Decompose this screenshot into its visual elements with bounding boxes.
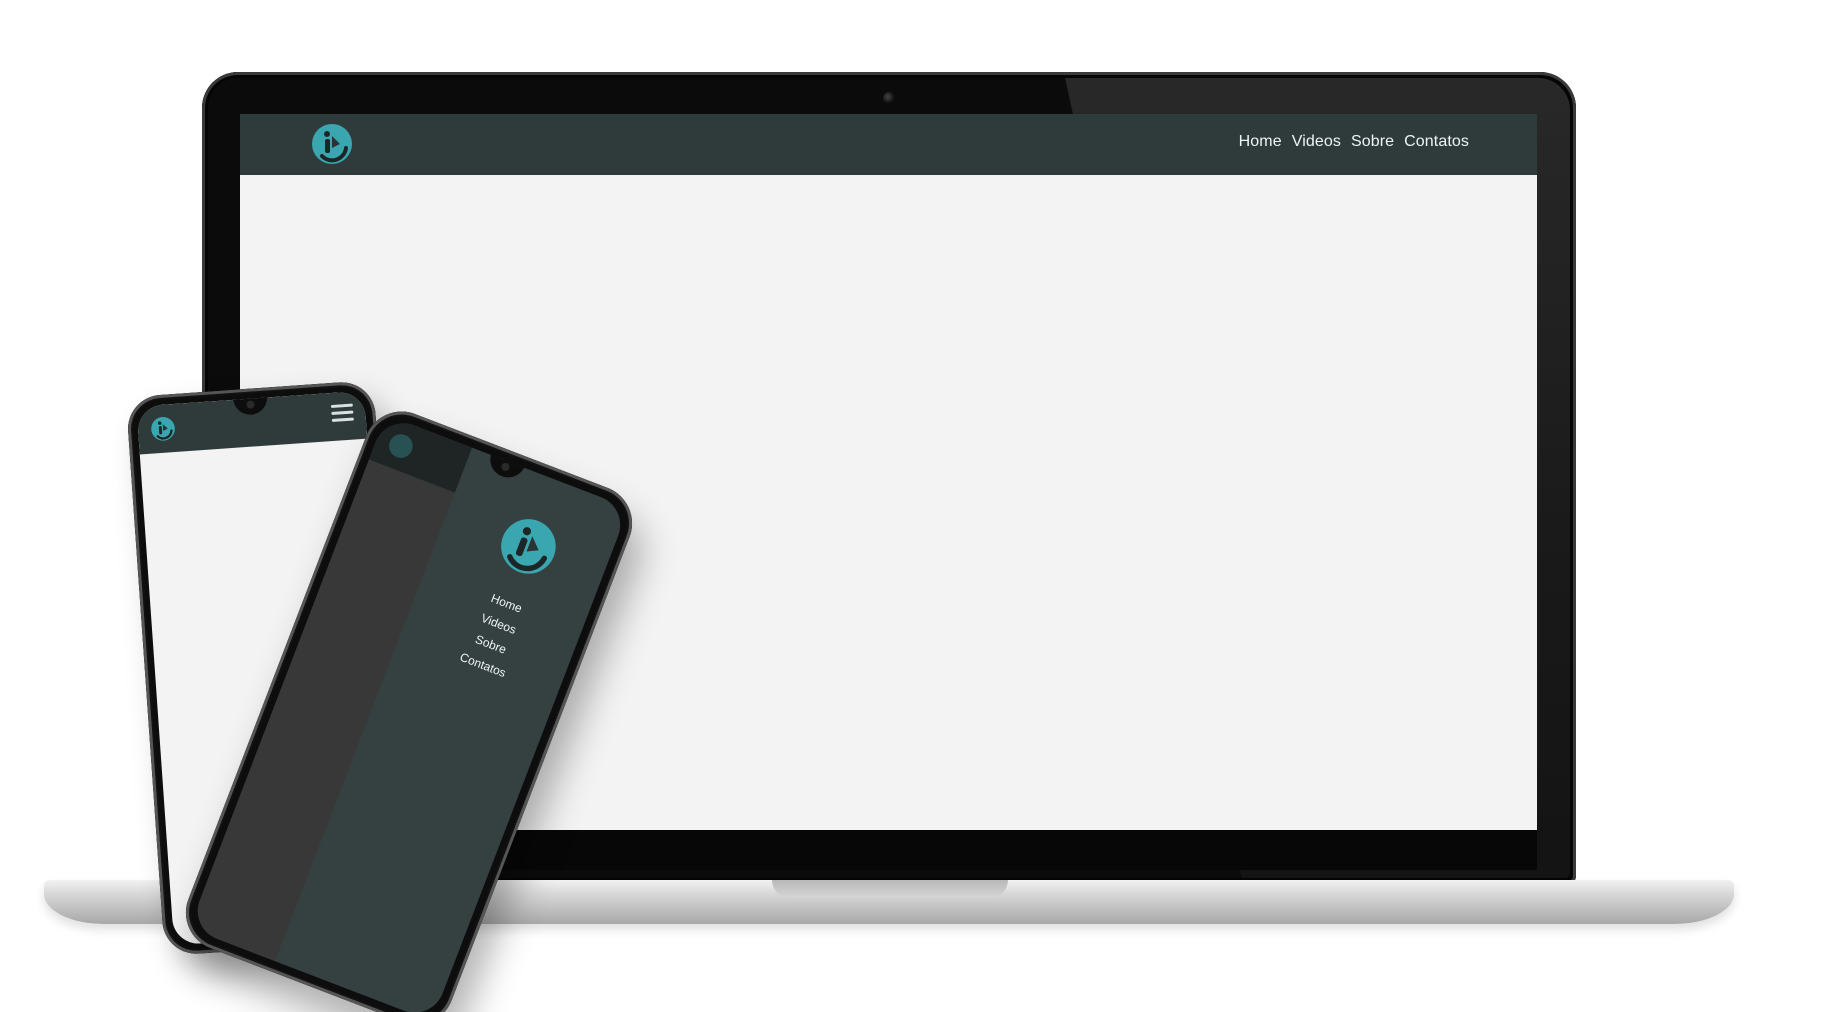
brand-logo-icon bbox=[389, 434, 413, 458]
brand-logo-icon[interactable] bbox=[490, 508, 568, 586]
nav-link-sobre[interactable]: Sobre bbox=[1351, 133, 1394, 151]
desktop-nav: Home Videos Sobre Contatos bbox=[1239, 133, 1469, 151]
front-camera-notch bbox=[485, 452, 526, 483]
nav-link-home[interactable]: Home bbox=[1239, 133, 1282, 151]
nav-link-videos[interactable]: Videos bbox=[1292, 133, 1341, 151]
brand-logo-icon[interactable] bbox=[310, 122, 354, 166]
webcam-icon bbox=[883, 92, 895, 104]
brand-logo-icon[interactable] bbox=[149, 415, 177, 443]
hamburger-menu-icon[interactable] bbox=[330, 403, 354, 423]
nav-link-contatos[interactable]: Contatos bbox=[1404, 133, 1469, 151]
site-header: Home Videos Sobre Contatos bbox=[240, 114, 1537, 175]
mobile-nav-menu: Home Videos Sobre Contatos bbox=[442, 579, 548, 690]
device-mockup-scene: Home Videos Sobre Contatos Home Videos S… bbox=[0, 0, 1842, 1012]
laptop-opening-notch bbox=[772, 880, 1008, 898]
